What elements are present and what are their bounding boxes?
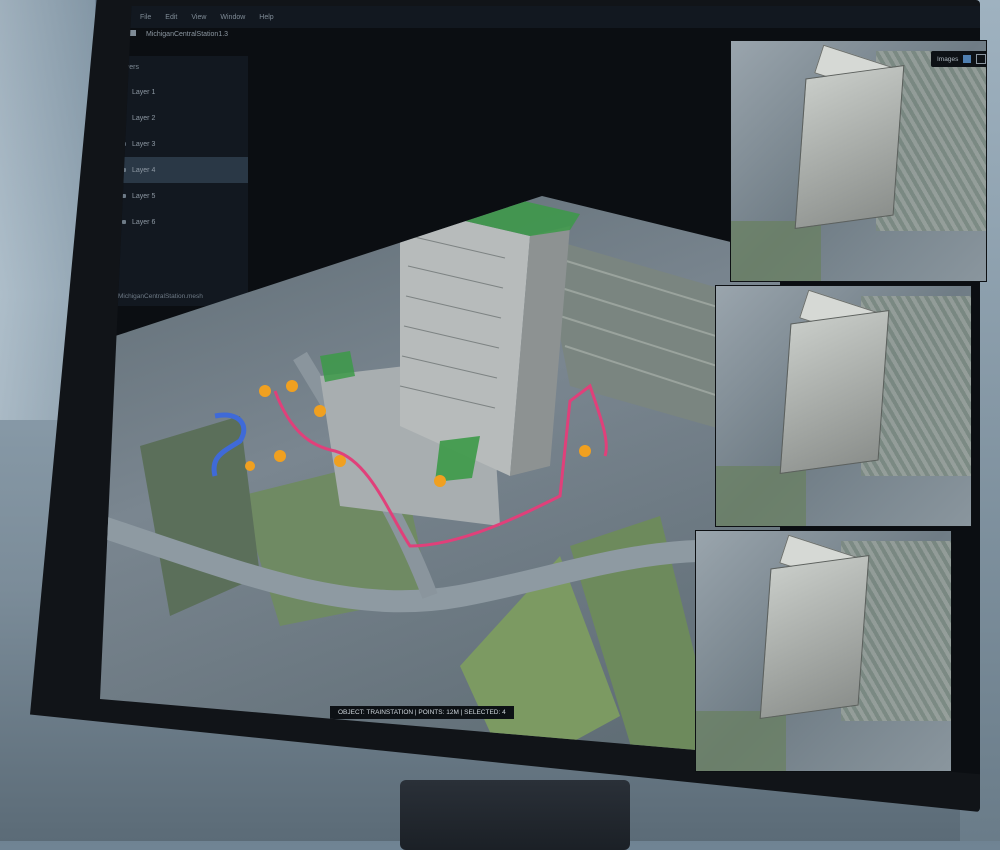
layer-label: Layer 1 bbox=[132, 88, 156, 96]
menu-help[interactable]: Help bbox=[259, 14, 273, 21]
menu-view[interactable]: View bbox=[191, 14, 206, 21]
menu-file[interactable]: File bbox=[140, 14, 151, 21]
toggle-label: Images bbox=[937, 55, 959, 63]
layers-title: Layers bbox=[118, 64, 140, 71]
view-toggle[interactable]: Images bbox=[931, 51, 986, 67]
layer-icon bbox=[122, 220, 126, 224]
layer-item-2[interactable]: Layer 2 bbox=[108, 105, 248, 131]
reference-image-2[interactable] bbox=[715, 285, 972, 527]
monitor-stand bbox=[400, 780, 630, 850]
menu-window[interactable]: Window bbox=[220, 14, 245, 21]
layer-icon bbox=[122, 194, 126, 198]
menu-edit[interactable]: Edit bbox=[165, 14, 177, 21]
layers-footer: MichiganCentralStation.mesh bbox=[118, 293, 203, 300]
layer-label: Layer 6 bbox=[132, 218, 156, 226]
image-building bbox=[794, 64, 905, 230]
layer-icon bbox=[122, 90, 126, 94]
document-icon bbox=[130, 30, 136, 36]
layer-label: Layer 4 bbox=[132, 166, 156, 174]
document-title-text: MichiganCentralStation1.3 bbox=[145, 31, 229, 38]
image-grass bbox=[731, 221, 821, 281]
image-building bbox=[779, 309, 890, 475]
layer-item-3[interactable]: Layer 3 bbox=[108, 131, 248, 157]
layer-icon bbox=[122, 142, 126, 146]
image-panel: Images bbox=[695, 40, 995, 790]
layer-label: Layer 5 bbox=[132, 192, 156, 200]
layers-panel: Layers Layer 1 Layer 2 Layer 3 Layer 4 L… bbox=[108, 56, 248, 306]
document-title: MichiganCentralStation1.3 bbox=[130, 30, 228, 38]
layer-label: Layer 2 bbox=[132, 114, 156, 122]
grass-lot bbox=[140, 416, 260, 616]
image-grass bbox=[696, 711, 786, 771]
image-building bbox=[759, 554, 870, 720]
layer-icon bbox=[122, 116, 126, 120]
image-grass bbox=[716, 466, 806, 526]
layer-item-4[interactable]: Layer 4 bbox=[108, 157, 248, 183]
single-view-icon[interactable] bbox=[963, 55, 972, 63]
layer-icon bbox=[122, 168, 126, 172]
menu-bar: File Edit View Window Help bbox=[100, 6, 980, 28]
grid-view-icon[interactable] bbox=[976, 54, 986, 64]
layer-label: Layer 3 bbox=[132, 140, 156, 148]
reference-image-1[interactable]: Images bbox=[730, 40, 987, 282]
layer-item-1[interactable]: Layer 1 bbox=[108, 79, 248, 105]
layer-item-6[interactable]: Layer 6 bbox=[108, 209, 248, 235]
status-bar: OBJECT: TRAINSTATION | POINTS: 12M | SEL… bbox=[330, 706, 514, 719]
layer-item-5[interactable]: Layer 5 bbox=[108, 183, 248, 209]
reference-image-3[interactable] bbox=[695, 530, 952, 772]
